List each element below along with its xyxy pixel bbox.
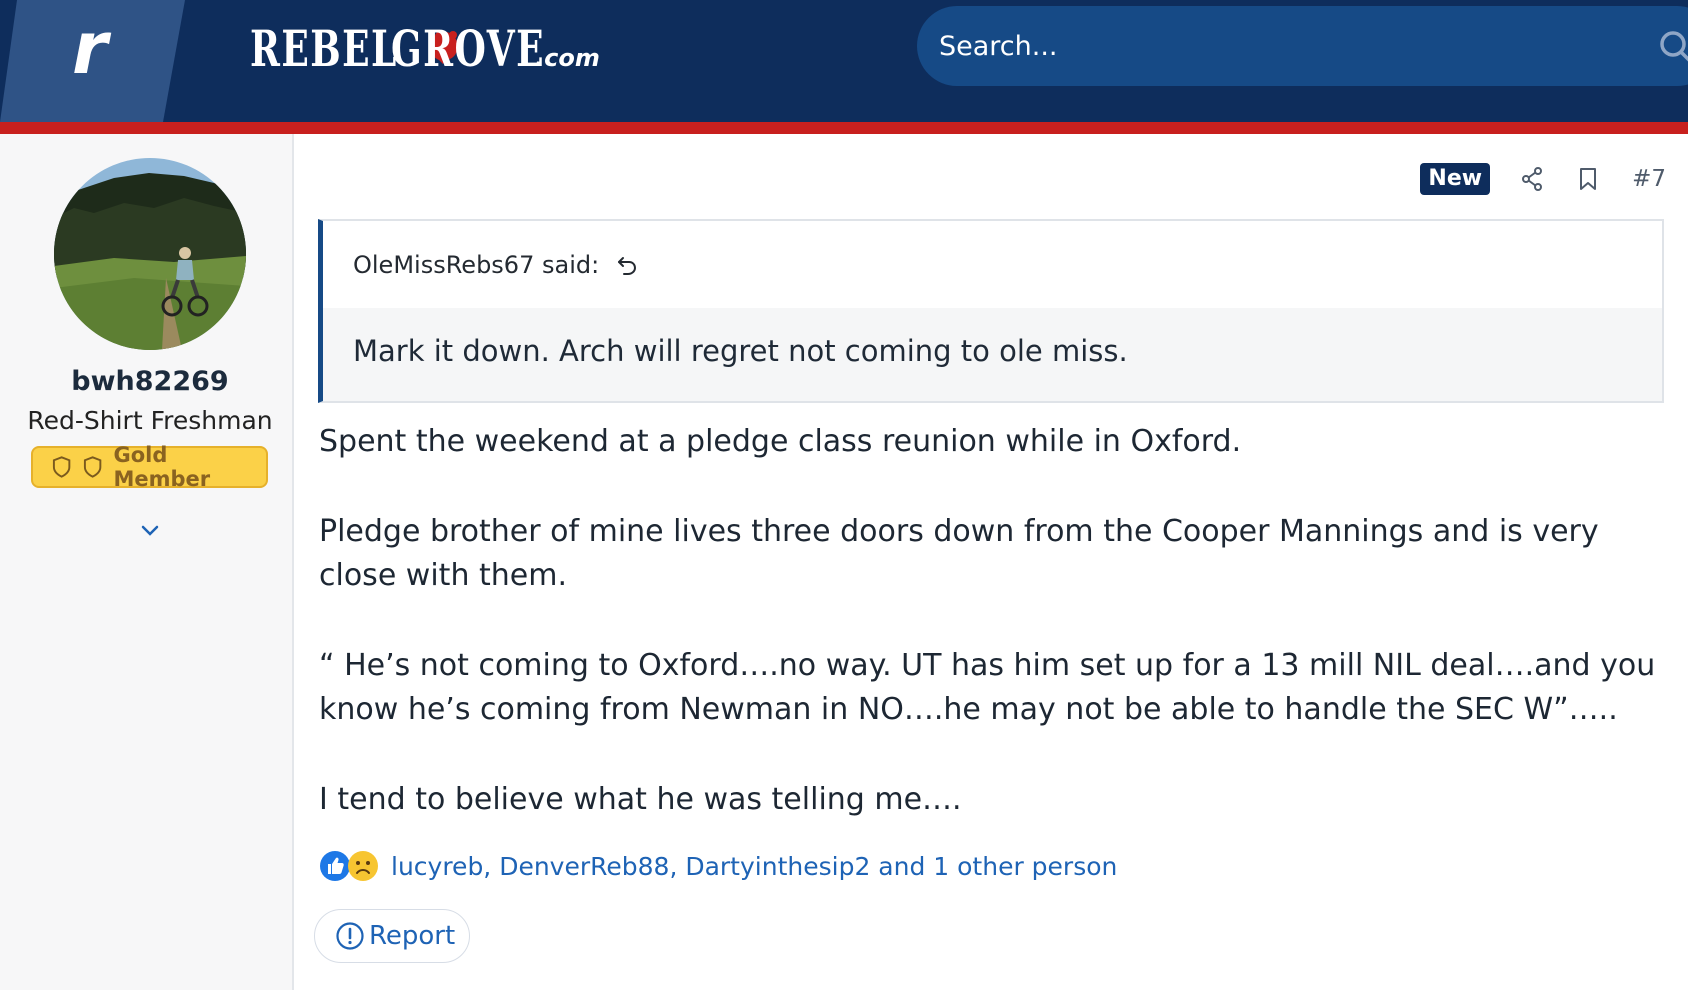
go-to-quoted-post-icon[interactable] bbox=[615, 253, 639, 277]
logo-word-rebel: REBEL bbox=[250, 19, 398, 78]
post-number-link[interactable]: #7 bbox=[1632, 166, 1666, 192]
user-title: Red-Shirt Freshman bbox=[27, 406, 273, 435]
shield-icon bbox=[52, 456, 71, 478]
bookmark-icon[interactable] bbox=[1576, 166, 1600, 192]
header-accent-band bbox=[0, 122, 1688, 134]
site-header: r REBEL GROVE .com bbox=[0, 0, 1688, 122]
search-input[interactable] bbox=[939, 22, 1619, 70]
chevron-down-icon[interactable] bbox=[139, 524, 161, 538]
quote-block: OleMissRebs67 said: Mark it down. Arch w… bbox=[318, 219, 1664, 403]
post-paragraph: I tend to believe what he was telling me… bbox=[319, 782, 962, 817]
avatar[interactable] bbox=[54, 158, 246, 350]
new-badge: New bbox=[1420, 163, 1491, 195]
quote-author[interactable]: OleMissRebs67 said: bbox=[353, 251, 599, 279]
site-logo[interactable]: REBEL GROVE .com bbox=[250, 18, 600, 74]
post-user-sidebar: bwh82269 Red-Shirt Freshman Gold Member bbox=[0, 134, 294, 990]
username-link[interactable]: bwh82269 bbox=[0, 366, 300, 397]
post-tools: New #7 bbox=[1420, 162, 1666, 196]
shield-icon bbox=[84, 456, 102, 478]
post-paragraph: Pledge brother of mine lives three doors… bbox=[319, 514, 1599, 593]
logo-word-grove: GROVE bbox=[391, 19, 546, 78]
post-paragraph: Spent the weekend at a pledge class reun… bbox=[319, 424, 1242, 459]
quote-text: Mark it down. Arch will regret not comin… bbox=[353, 334, 1128, 368]
report-button[interactable]: Report bbox=[314, 909, 470, 963]
quote-header[interactable]: OleMissRebs67 said: bbox=[323, 221, 1662, 308]
rivals-logo[interactable]: r bbox=[72, 12, 108, 84]
post-paragraph: “ He’s not coming to Oxford….no way. UT … bbox=[319, 648, 1656, 727]
alert-circle-icon bbox=[336, 922, 364, 950]
avatar-photo bbox=[54, 158, 246, 350]
post-body: Spent the weekend at a pledge class reun… bbox=[319, 420, 1669, 822]
search-icon[interactable] bbox=[1657, 28, 1688, 66]
reaction-users-link[interactable]: lucyreb, DenverReb88, Dartyinthesip2 and… bbox=[391, 852, 1117, 881]
sad-icon bbox=[348, 851, 378, 881]
reactions-bar[interactable]: lucyreb, DenverReb88, Dartyinthesip2 and… bbox=[319, 850, 1117, 882]
badge-label: Gold Member bbox=[113, 443, 211, 491]
search-bar[interactable] bbox=[917, 6, 1688, 86]
gold-member-badge: Gold Member bbox=[31, 443, 268, 491]
share-icon[interactable] bbox=[1520, 166, 1544, 192]
report-label: Report bbox=[369, 921, 456, 951]
